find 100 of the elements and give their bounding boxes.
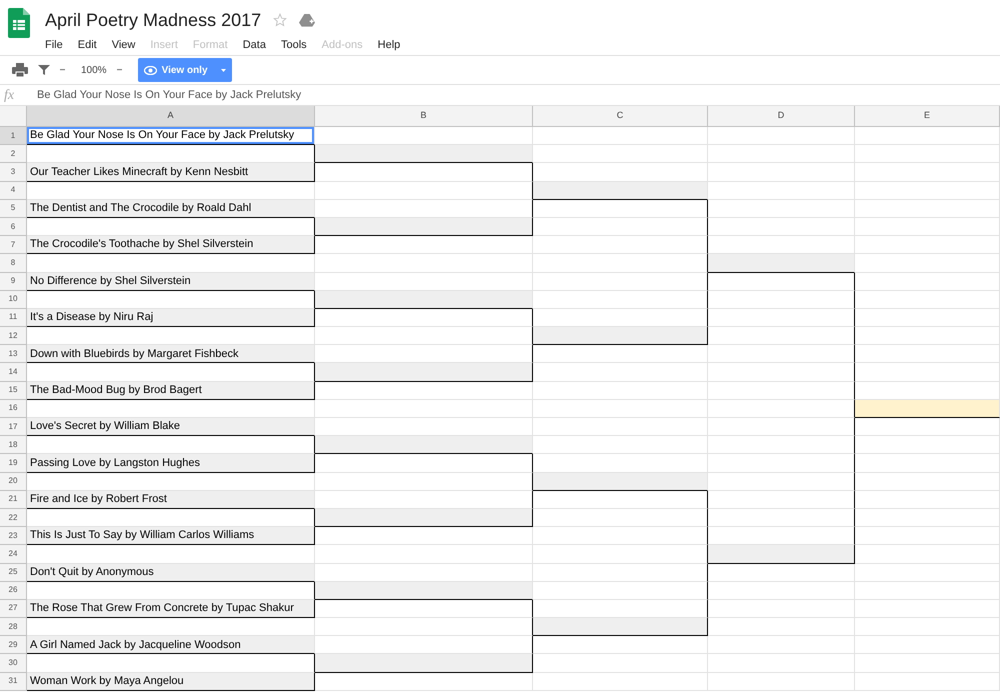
column-header[interactable]: D bbox=[708, 106, 855, 127]
table-cell[interactable] bbox=[533, 200, 708, 218]
table-cell[interactable]: Down with Bluebirds by Margaret Fishbeck bbox=[27, 345, 315, 364]
table-cell[interactable] bbox=[533, 545, 708, 564]
table-cell[interactable] bbox=[708, 290, 855, 309]
column-header[interactable]: B bbox=[315, 106, 533, 127]
row-header[interactable]: 13 bbox=[0, 345, 27, 364]
column-header[interactable]: C bbox=[533, 106, 708, 127]
table-cell[interactable]: The Crocodile's Toothache by Shel Silverstein bbox=[27, 236, 315, 254]
table-cell[interactable]: Woman Work by Maya Angelou bbox=[27, 672, 315, 691]
row-header[interactable]: 25 bbox=[0, 564, 27, 582]
row-header[interactable]: 10 bbox=[0, 290, 27, 309]
table-cell[interactable]: Don't Quit by Anonymous bbox=[27, 564, 315, 582]
document-title[interactable]: April Poetry Madness 2017 bbox=[45, 8, 262, 32]
row-header[interactable]: 2 bbox=[0, 145, 27, 164]
row-header[interactable]: 3 bbox=[0, 163, 27, 182]
bracket-slot[interactable] bbox=[315, 218, 533, 236]
table-cell[interactable] bbox=[533, 508, 708, 528]
table-cell[interactable]: Our Teacher Likes Minecraft by Kenn Nesbitt bbox=[27, 163, 315, 182]
table-cell[interactable] bbox=[533, 254, 708, 272]
table-cell[interactable]: No Difference by Shel Silverstein bbox=[27, 272, 315, 291]
row-header[interactable]: 17 bbox=[0, 418, 27, 436]
bracket-slot[interactable] bbox=[315, 363, 533, 382]
column-header[interactable]: E bbox=[855, 106, 1000, 127]
row-header[interactable]: 22 bbox=[0, 508, 27, 528]
menu-item[interactable]: Edit bbox=[78, 37, 97, 54]
corner-header[interactable] bbox=[0, 106, 27, 127]
row-header[interactable]: 23 bbox=[0, 527, 27, 546]
row-header[interactable]: 8 bbox=[0, 254, 27, 272]
row-header[interactable]: 24 bbox=[0, 545, 27, 564]
row-header[interactable]: 7 bbox=[0, 236, 27, 254]
row-header[interactable]: 6 bbox=[0, 218, 27, 236]
row-header[interactable]: 28 bbox=[0, 618, 27, 636]
table-cell[interactable] bbox=[533, 564, 708, 582]
row-header[interactable]: 11 bbox=[0, 308, 27, 328]
row-header[interactable]: 1 bbox=[0, 127, 27, 146]
row-header[interactable]: 29 bbox=[0, 636, 27, 654]
table-cell[interactable] bbox=[315, 182, 533, 200]
filter-icon[interactable] bbox=[38, 64, 50, 76]
table-cell[interactable] bbox=[533, 218, 708, 236]
table-cell[interactable]: The Bad-Mood Bug by Brod Bagert bbox=[27, 382, 315, 400]
row-header[interactable]: 14 bbox=[0, 363, 27, 382]
star-icon[interactable] bbox=[273, 13, 288, 27]
table-cell[interactable] bbox=[315, 308, 533, 328]
row-header[interactable]: 31 bbox=[0, 672, 27, 691]
menu-item[interactable]: Help bbox=[378, 37, 400, 54]
bracket-slot[interactable] bbox=[533, 327, 708, 346]
formula-field[interactable]: Be Glad Your Nose Is On Your Face by Jack Prelutsky bbox=[27, 86, 302, 104]
table-cell[interactable]: Be Glad Your Nose Is On Your Face by Jack Prelutsky bbox=[27, 127, 315, 146]
row-header[interactable]: 19 bbox=[0, 454, 27, 473]
table-cell[interactable] bbox=[708, 454, 855, 473]
table-cell[interactable]: The Rose That Grew From Concrete by Tupac Shakur bbox=[27, 600, 315, 618]
table-cell[interactable]: Fire and Ice by Robert Frost bbox=[27, 490, 315, 509]
table-cell[interactable] bbox=[708, 272, 855, 291]
table-cell[interactable] bbox=[708, 436, 855, 454]
row-header[interactable]: 18 bbox=[0, 436, 27, 454]
row-header[interactable]: 5 bbox=[0, 200, 27, 218]
row-header[interactable]: 21 bbox=[0, 490, 27, 509]
table-cell[interactable] bbox=[708, 508, 855, 528]
table-cell[interactable]: Passing Love by Langston Hughes bbox=[27, 454, 315, 473]
bracket-slot[interactable] bbox=[708, 545, 855, 564]
table-cell[interactable]: This Is Just To Say by William Carlos Williams bbox=[27, 527, 315, 546]
menu-item[interactable]: Tools bbox=[280, 37, 307, 54]
table-cell[interactable]: It's a Disease by Niru Raj bbox=[27, 308, 315, 328]
zoom-selector[interactable]: 100% bbox=[81, 62, 107, 78]
table-cell[interactable] bbox=[315, 472, 533, 491]
table-cell[interactable] bbox=[708, 327, 855, 346]
table-cell[interactable]: Love's Secret by William Blake bbox=[27, 418, 315, 436]
table-cell[interactable] bbox=[533, 490, 708, 509]
table-cell[interactable] bbox=[315, 600, 533, 618]
table-cell[interactable] bbox=[708, 345, 855, 364]
table-cell[interactable] bbox=[533, 290, 708, 309]
menu-item[interactable]: Data bbox=[242, 37, 266, 54]
table-cell[interactable] bbox=[315, 327, 533, 346]
table-cell[interactable] bbox=[315, 618, 533, 636]
column-header[interactable]: A bbox=[27, 106, 315, 127]
bracket-slot[interactable] bbox=[315, 508, 533, 528]
table-cell[interactable] bbox=[708, 490, 855, 509]
row-header[interactable]: 27 bbox=[0, 600, 27, 618]
row-header[interactable]: 30 bbox=[0, 654, 27, 673]
table-cell[interactable] bbox=[708, 418, 855, 436]
table-cell[interactable] bbox=[533, 236, 708, 254]
table-cell[interactable]: The Dentist and The Crocodile by Roald Dahl bbox=[27, 200, 315, 218]
row-header[interactable]: 4 bbox=[0, 182, 27, 200]
table-cell[interactable] bbox=[708, 400, 855, 418]
table-cell[interactable] bbox=[315, 454, 533, 473]
table-cell[interactable]: A Girl Named Jack by Jacqueline Woodson bbox=[27, 636, 315, 654]
table-cell[interactable] bbox=[708, 308, 855, 328]
print-icon[interactable] bbox=[12, 63, 28, 77]
bracket-slot[interactable] bbox=[315, 654, 533, 673]
table-cell[interactable] bbox=[533, 582, 708, 600]
bracket-slot[interactable] bbox=[533, 618, 708, 636]
table-cell[interactable] bbox=[533, 272, 708, 291]
row-header[interactable]: 20 bbox=[0, 472, 27, 491]
row-header[interactable]: 12 bbox=[0, 327, 27, 346]
spreadsheet-logo-icon[interactable] bbox=[8, 8, 30, 38]
table-cell[interactable] bbox=[708, 472, 855, 491]
table-cell[interactable] bbox=[708, 363, 855, 382]
row-header[interactable]: 16 bbox=[0, 400, 27, 418]
table-cell[interactable] bbox=[315, 163, 533, 182]
